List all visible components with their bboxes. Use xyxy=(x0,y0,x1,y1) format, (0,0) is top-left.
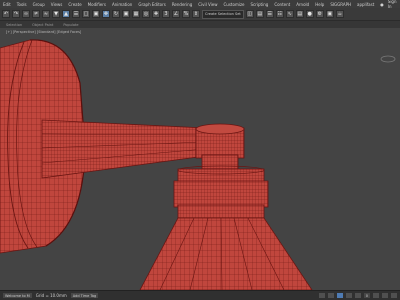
play-icon[interactable] xyxy=(336,293,343,298)
playback-controls: 0 xyxy=(318,293,397,298)
select-object-icon[interactable]: ▲ xyxy=(62,10,70,18)
menu-content[interactable]: Content xyxy=(274,2,290,7)
unlink-icon[interactable]: ≠ xyxy=(32,10,40,18)
select-by-name-icon[interactable]: ☰ xyxy=(72,10,80,18)
menu-modifiers[interactable]: Modifiers xyxy=(88,2,106,7)
menu-group[interactable]: Group xyxy=(33,2,45,7)
menu-applifast[interactable]: applifast xyxy=(357,2,374,7)
menu-civil-view[interactable]: Civil View xyxy=(198,2,217,7)
redo-icon[interactable]: ↷ xyxy=(12,10,20,18)
menu-customize[interactable]: Customize xyxy=(224,2,245,7)
move-icon[interactable]: ✥ xyxy=(102,10,110,18)
zoom-icon[interactable] xyxy=(373,293,379,298)
status-bar: Welcome to M Grid = 10.0mm Add Time Tag … xyxy=(0,290,400,300)
menu-views[interactable]: Views xyxy=(51,2,63,7)
collar-mesh[interactable] xyxy=(173,165,269,220)
menu-siggraph[interactable]: SIGGRAPH xyxy=(330,2,351,7)
selection-set-dropdown[interactable]: Create Selection Set xyxy=(202,9,244,19)
ribbon-tabs: Selection Object Paint Populate xyxy=(0,21,400,28)
reference-coordinate-icon[interactable]: ▦ xyxy=(132,10,140,18)
menu-rendering[interactable]: Rendering xyxy=(172,2,192,7)
perspective-viewport[interactable]: [+] [Perspective] [Standard] [Edged Face… xyxy=(0,28,400,290)
manipulate-icon[interactable]: ✚ xyxy=(152,10,160,18)
align-icon[interactable]: ▤ xyxy=(255,10,264,18)
percent-snap-icon[interactable]: % xyxy=(182,10,190,18)
tab-object-paint[interactable]: Object Paint xyxy=(32,23,53,27)
scale-icon[interactable]: ▣ xyxy=(122,10,130,18)
tab-populate[interactable]: Populate xyxy=(63,23,78,27)
viewport-canvas xyxy=(0,39,396,290)
viewcube-icon[interactable] xyxy=(380,55,396,63)
snap-toggle-icon[interactable]: 3 xyxy=(162,10,170,18)
rotate-icon[interactable]: ↻ xyxy=(112,10,120,18)
tab-selection[interactable]: Selection xyxy=(6,23,22,27)
menu-edit[interactable]: Edit xyxy=(3,2,11,7)
menu-animation[interactable]: Animation xyxy=(112,2,132,7)
bind-space-warp-icon[interactable]: ≈ xyxy=(42,10,50,18)
toggle-ribbon-icon[interactable]: ☷ xyxy=(275,10,284,18)
main-toolbar: ↶ ↷ ∞ ≠ ≈ ▼ ▲ ☰ □ ▣ ✥ ↻ ▣ ▦ ◎ ✚ 3 ∠ % ⇕ … xyxy=(0,8,400,21)
add-time-tag-button[interactable]: Add Time Tag xyxy=(70,293,99,298)
pivot-center-icon[interactable]: ◎ xyxy=(142,10,150,18)
undo-icon[interactable]: ↶ xyxy=(2,10,10,18)
shade-mesh[interactable] xyxy=(139,217,313,290)
go-to-end-icon[interactable] xyxy=(354,293,361,298)
menu-tools[interactable]: Tools xyxy=(17,2,27,7)
rendered-frame-window-icon[interactable]: ▣ xyxy=(325,10,334,18)
menu-create[interactable]: Create xyxy=(68,2,81,7)
previous-frame-icon[interactable] xyxy=(327,293,334,298)
next-frame-icon[interactable] xyxy=(345,293,352,298)
grid-readout: Grid = 10.0mm xyxy=(35,293,67,298)
rectangular-selection-icon[interactable]: □ xyxy=(82,10,90,18)
go-to-start-icon[interactable] xyxy=(318,293,325,298)
menu-bar: Edit Tools Group Views Create Modifiers … xyxy=(0,0,400,9)
menu-graph-editors[interactable]: Graph Editors xyxy=(138,2,165,7)
menu-help[interactable]: Help xyxy=(315,2,324,7)
material-editor-icon[interactable]: ● xyxy=(305,10,314,18)
pan-icon[interactable] xyxy=(391,293,397,298)
render-icon[interactable]: ☕ xyxy=(335,10,344,18)
layer-explorer-icon[interactable]: ☰ xyxy=(265,10,274,18)
orbit-icon[interactable] xyxy=(382,293,388,298)
render-setup-icon[interactable]: ⚙ xyxy=(315,10,324,18)
curve-editor-icon[interactable]: ∿ xyxy=(285,10,294,18)
joint-mesh[interactable] xyxy=(195,123,245,172)
spinner-snap-icon[interactable]: ⇕ xyxy=(192,10,200,18)
selection-filter-icon[interactable]: ▼ xyxy=(52,10,60,18)
schematic-view-icon[interactable]: ▤ xyxy=(295,10,304,18)
user-icon[interactable]: ● xyxy=(380,2,384,7)
window-crossing-icon[interactable]: ▣ xyxy=(92,10,100,18)
maxscript-listener[interactable]: Welcome to M xyxy=(3,293,32,298)
mirror-icon[interactable]: ◫ xyxy=(245,10,254,18)
current-frame-field[interactable]: 0 xyxy=(363,293,370,298)
menu-arnold[interactable]: Arnold xyxy=(296,2,309,7)
menu-scripting[interactable]: Scripting xyxy=(251,2,269,7)
viewport-label[interactable]: [+] [Perspective] [Standard] [Edged Face… xyxy=(6,30,81,34)
angle-snap-icon[interactable]: ∠ xyxy=(172,10,180,18)
link-icon[interactable]: ∞ xyxy=(22,10,30,18)
